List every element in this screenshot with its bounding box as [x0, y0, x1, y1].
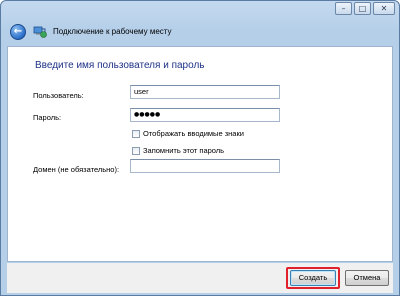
username-label: Пользователь: [33, 91, 84, 100]
show-chars-label: Отображать вводимые знаки [143, 129, 244, 138]
username-field[interactable]: user [130, 85, 280, 99]
dialog-window: – □ ✕ ← Подключение к рабочему месту Вве… [0, 0, 400, 296]
remember-checkbox[interactable] [132, 146, 140, 155]
domain-label: Домен (не обязательно): [33, 165, 120, 174]
network-connection-icon [33, 26, 47, 38]
page-heading: Введите имя пользователя и пароль [35, 60, 205, 71]
password-label: Пароль: [33, 113, 62, 122]
minimize-button[interactable]: – [335, 2, 352, 15]
back-arrow-icon[interactable]: ← [10, 24, 26, 40]
window-title: Подключение к рабочему месту [53, 27, 172, 36]
window-controls: – □ ✕ [333, 2, 395, 15]
content-panel: Введите имя пользователя и пароль Пользо… [7, 46, 393, 262]
maximize-button[interactable]: □ [354, 2, 371, 15]
cancel-button[interactable]: Отмена [345, 270, 389, 286]
title-bar[interactable]: – □ ✕ ← Подключение к рабочему месту [1, 1, 399, 47]
show-chars-checkbox[interactable] [132, 129, 140, 138]
domain-field[interactable] [130, 159, 280, 173]
password-field[interactable]: ●●●●● [130, 108, 280, 122]
remember-checkbox-row[interactable]: Запомнить этот пароль [132, 146, 224, 155]
close-button[interactable]: ✕ [373, 2, 395, 15]
remember-label: Запомнить этот пароль [143, 146, 225, 155]
button-bar: Создать Отмена [7, 263, 393, 293]
show-chars-checkbox-row[interactable]: Отображать вводимые знаки [132, 129, 244, 138]
create-button[interactable]: Создать [290, 270, 336, 286]
